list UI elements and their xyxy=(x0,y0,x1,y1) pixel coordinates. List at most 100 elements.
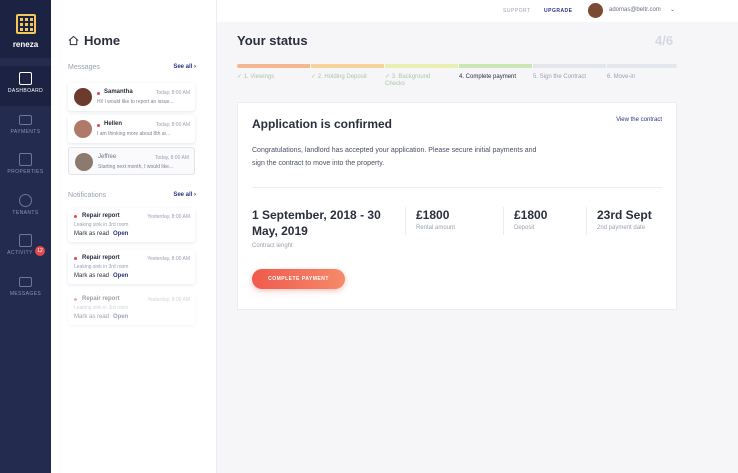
message-preview: I am thinking more about 8th ar... xyxy=(97,131,171,137)
mark-as-read-link[interactable]: Mark as read xyxy=(74,231,109,237)
deposit-amount: £1800 xyxy=(514,208,548,222)
sidebar-item-activity[interactable]: ACTIVITY 12 xyxy=(0,228,51,268)
notification-subtitle: Leaking sink in 3rd room xyxy=(74,305,129,311)
message-sender: Samantha xyxy=(104,89,133,95)
sidebar-item-dashboard[interactable]: DASHBOARD xyxy=(0,66,51,106)
message-preview: Starting next month, I would like... xyxy=(98,164,174,170)
message-time: Today, 8:00 AM xyxy=(155,90,190,96)
sidebar-item-label: MESSAGES xyxy=(9,291,42,297)
progress-segment xyxy=(533,64,606,68)
sidebar-item-messages[interactable]: MESSAGES xyxy=(0,269,51,309)
notifications-see-all-link[interactable]: See all › xyxy=(173,192,196,198)
check-icon: ✓ xyxy=(237,74,244,80)
step-move-in: 6. Move-in xyxy=(607,74,635,81)
upgrade-link[interactable]: UPGRADE xyxy=(544,8,573,14)
mark-as-read-link[interactable]: Mark as read xyxy=(74,314,109,320)
sidebar-item-label: PAYMENTS xyxy=(10,129,41,135)
notification-subtitle: Leaking sink in 3rd room xyxy=(74,264,129,270)
support-link[interactable]: SUPPORT xyxy=(503,8,531,14)
payments-icon xyxy=(19,115,32,125)
message-card[interactable]: Jeffree Today, 8:00 AM Starting next mon… xyxy=(68,147,195,175)
step-sign-contract: 5. Sign the Contract xyxy=(533,74,586,81)
activity-icon xyxy=(19,234,32,247)
message-card[interactable]: Hellen Today, 8:00 AM I am thinking more… xyxy=(68,115,195,143)
divider xyxy=(503,207,504,235)
notification-subtitle: Leaking sink in 3rd room xyxy=(74,222,129,228)
open-link[interactable]: Open xyxy=(113,231,128,237)
notification-card: Repair report Yesterday, 8:00 AM Leaking… xyxy=(68,291,195,325)
chevron-down-icon[interactable]: ⌄ xyxy=(670,6,675,13)
step-label: 5. Sign the Contract xyxy=(533,74,587,80)
open-link[interactable]: Open xyxy=(113,273,128,279)
rental-amount: £1800 xyxy=(416,208,450,222)
message-sender: Hellen xyxy=(104,121,123,127)
chevron-right-icon: › xyxy=(194,64,196,70)
step-complete-payment: 4. Complete payment xyxy=(459,74,516,81)
rental-amount-label: Rental amount xyxy=(416,225,456,231)
sidebar-item-label: DASHBOARD xyxy=(7,88,44,94)
message-card[interactable]: Samantha Today, 8:00 AM Hi! I would like… xyxy=(68,83,195,111)
panel-title: Application is confirmed xyxy=(252,117,393,131)
step-viewings: ✓ 1. Viewings xyxy=(237,74,274,81)
sidebar-item-label: TENANTS xyxy=(12,210,39,216)
sidebar-item-tenants[interactable]: TENANTS xyxy=(0,188,51,228)
view-contract-link[interactable]: View the contract xyxy=(616,117,662,123)
message-time: Today, 8:00 AM xyxy=(155,122,190,128)
contract-dates: 1 September, 2018 - 30 May, 2019 xyxy=(252,208,381,238)
check-icon: ✓ xyxy=(385,74,392,80)
dashboard-icon xyxy=(19,72,32,85)
step-label: 4. Complete payment xyxy=(459,74,517,80)
progress-segment xyxy=(459,64,532,68)
tenants-icon xyxy=(19,194,32,207)
step-holding-deposit: ✓ 2. Holding Deposit xyxy=(311,74,367,81)
user-avatar[interactable] xyxy=(588,3,603,18)
unread-dot xyxy=(74,215,77,218)
see-all-label: See all xyxy=(173,64,193,70)
sidebar-item-properties[interactable]: PROPERTIES xyxy=(0,147,51,187)
messages-see-all-link[interactable]: See all › xyxy=(173,64,196,70)
unread-dot xyxy=(74,257,77,260)
complete-payment-button[interactable]: COMPLETE PAYMENT xyxy=(252,269,345,289)
message-time: Today, 8:00 AM xyxy=(154,155,189,161)
message-sender: Jeffree xyxy=(98,154,117,160)
notification-title: Repair report xyxy=(82,213,120,219)
home-column: Home Messages See all › Samantha Today, … xyxy=(51,0,217,473)
messages-heading: Messages xyxy=(68,64,100,71)
sidebar: reneza DASHBOARD PAYMENTS PROPERTIES TEN… xyxy=(0,0,51,473)
mark-as-read-link[interactable]: Mark as read xyxy=(74,273,109,279)
step-label: 6. Move-in xyxy=(607,74,636,80)
divider xyxy=(252,187,662,188)
open-link[interactable]: Open xyxy=(113,314,128,320)
progress-segment xyxy=(607,64,677,68)
notification-card: Repair report Yesterday, 8:00 AM Leaking… xyxy=(68,208,195,242)
check-icon: ✓ xyxy=(311,74,318,80)
step-label: 3. Background Checks xyxy=(385,74,431,87)
notification-title: Repair report xyxy=(82,255,120,261)
second-payment-label: 2nd payment date xyxy=(597,225,646,231)
brand-name: reneza xyxy=(12,40,39,49)
step-label: 2. Holding Deposit xyxy=(317,74,367,80)
progress-segment xyxy=(311,64,384,68)
user-email[interactable]: adomas@beltr.com xyxy=(609,7,661,13)
properties-icon xyxy=(19,153,32,166)
chevron-right-icon: › xyxy=(194,192,196,198)
notification-card: Repair report Yesterday, 8:00 AM Leaking… xyxy=(68,250,195,284)
logo[interactable]: reneza xyxy=(0,0,51,58)
notification-time: Yesterday, 8:00 AM xyxy=(147,214,190,220)
notification-time: Yesterday, 8:00 AM xyxy=(147,297,190,303)
second-payment-date: 23rd Sept xyxy=(597,208,652,222)
messages-icon xyxy=(19,277,32,287)
unread-dot xyxy=(97,92,100,95)
divider xyxy=(405,207,406,235)
unread-dot xyxy=(97,124,100,127)
sidebar-item-label: PROPERTIES xyxy=(7,169,44,175)
unread-dot xyxy=(74,298,77,301)
deposit-label: Deposit xyxy=(514,225,535,231)
activity-badge: 12 xyxy=(35,246,45,256)
avatar xyxy=(75,153,93,171)
progress-segment xyxy=(237,64,310,68)
see-all-label: See all xyxy=(173,192,193,198)
top-bar: SUPPORT UPGRADE adomas@beltr.com ⌄ xyxy=(217,0,738,22)
sidebar-item-payments[interactable]: PAYMENTS xyxy=(0,107,51,147)
contract-length-label: Contract lenght xyxy=(252,243,293,249)
